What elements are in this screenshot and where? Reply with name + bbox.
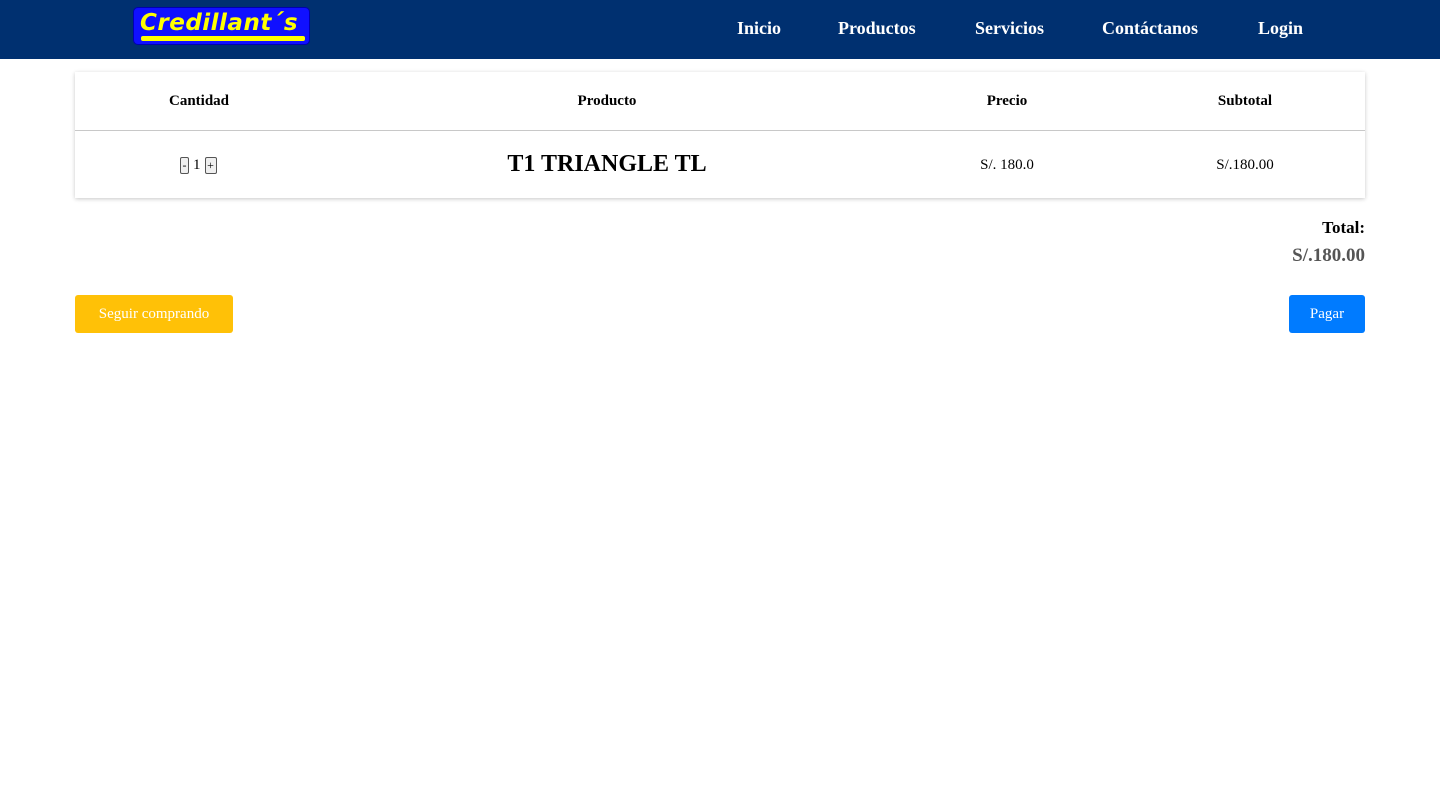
total-value: S/.180.00 (1292, 245, 1365, 266)
product-price: S/. 180.0 (980, 157, 1034, 173)
quantity-stepper: - 1 + (180, 155, 217, 175)
logo-underline (141, 36, 305, 41)
header-subtotal: Subtotal (1217, 93, 1273, 109)
nav-link-inicio[interactable]: Inicio (737, 17, 781, 39)
nav-link-productos[interactable]: Productos (838, 17, 916, 39)
header-price: Precio (986, 93, 1028, 109)
quantity-value: 1 (193, 156, 201, 173)
cart-table: Cantidad Producto Precio Subtotal - 1 + … (75, 72, 1365, 198)
navbar: Credillant´s Inicio Productos Servicios … (0, 0, 1440, 59)
header-divider (75, 130, 1365, 131)
header-quantity: Cantidad (168, 93, 230, 109)
product-subtotal: S/.180.00 (1216, 157, 1274, 173)
continue-shopping-button[interactable]: Seguir comprando (75, 295, 233, 333)
nav-link-servicios[interactable]: Servicios (975, 17, 1044, 39)
brand-logo[interactable]: Credillant´s (133, 7, 310, 45)
nav-link-contactanos[interactable]: Contáctanos (1102, 17, 1198, 39)
nav-link-login[interactable]: Login (1258, 17, 1303, 39)
header-product: Producto (577, 93, 637, 109)
decrement-button[interactable]: - (180, 156, 189, 174)
pay-button[interactable]: Pagar (1289, 295, 1365, 333)
brand-logo-text: Credillant´s (140, 10, 299, 36)
total-label: Total: (1322, 218, 1365, 237)
product-name: T1 TRIANGLE TL (507, 151, 707, 177)
increment-button[interactable]: + (204, 156, 217, 174)
